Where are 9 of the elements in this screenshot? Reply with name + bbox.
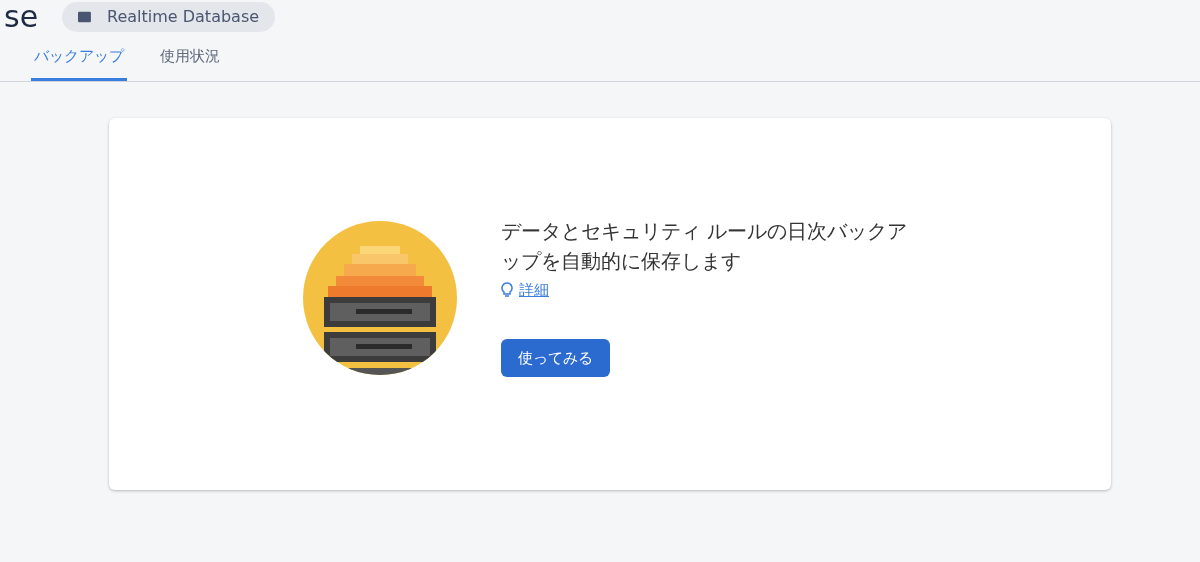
tab[interactable]: 使用状況 xyxy=(157,38,223,81)
learn-more-link[interactable]: 詳細 xyxy=(501,278,549,301)
lightbulb-icon xyxy=(501,281,513,298)
try-it-button[interactable]: 使ってみる xyxy=(501,339,610,377)
tab[interactable]: バックアップ xyxy=(31,38,127,81)
card-heading: データとセキュリティ ルールの日次バックアップを自動的に保存します xyxy=(501,217,909,275)
database-chip[interactable]: Realtime Database xyxy=(62,2,276,32)
database-icon xyxy=(78,9,91,25)
page-title: se xyxy=(4,2,39,32)
